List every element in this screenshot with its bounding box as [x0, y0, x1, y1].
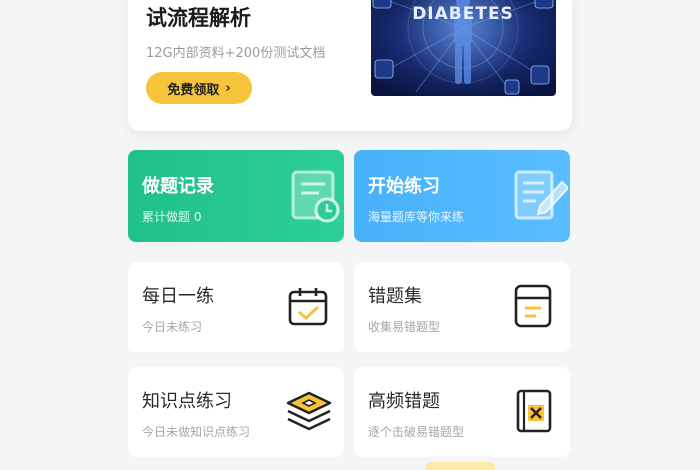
banner-subtitle: 12G内部资料+200份测试文档	[146, 46, 326, 61]
record-clock-icon	[291, 170, 341, 228]
knowledge-point-title: 知识点练习	[142, 391, 232, 412]
book-icon	[514, 284, 554, 334]
chevron-right-icon: ›	[225, 80, 231, 96]
wrong-questions-title: 错题集	[368, 286, 422, 307]
pencil-doc-icon	[514, 168, 570, 228]
free-claim-label: 免费领取	[167, 82, 220, 98]
start-practice-title: 开始练习	[368, 176, 440, 197]
diabetes-image: DIABETES	[371, 0, 556, 96]
bottom-highlight	[425, 462, 495, 470]
promo-banner[interactable]: 试流程解析 12G内部资料+200份测试文档 免费领取 › DIABETES	[128, 0, 572, 131]
layers-icon	[286, 391, 332, 437]
start-practice-subtitle: 海量题库等你来练	[368, 210, 465, 224]
daily-practice-card[interactable]: 每日一练 今日未练习	[128, 262, 344, 352]
book-x-icon	[514, 389, 554, 439]
free-claim-button[interactable]: 免费领取 ›	[146, 72, 252, 104]
wrong-questions-card[interactable]: 错题集 收集易错题型	[354, 262, 570, 352]
practice-record-subtitle: 累计做题 0	[142, 210, 202, 224]
daily-practice-subtitle: 今日未练习	[142, 320, 203, 334]
banner-title: 试流程解析	[146, 6, 251, 30]
practice-record-title: 做题记录	[142, 176, 214, 197]
frequent-wrong-subtitle: 逐个击破易错题型	[368, 425, 465, 439]
wrong-questions-subtitle: 收集易错题型	[368, 320, 441, 334]
frequent-wrong-title: 高频错题	[368, 391, 440, 412]
diabetes-text: DIABETES	[412, 4, 514, 24]
calendar-check-icon	[288, 286, 330, 332]
daily-practice-title: 每日一练	[142, 286, 214, 307]
diabetes-illustration[interactable]: DIABETES	[371, 0, 556, 96]
start-practice-card[interactable]: 开始练习 海量题库等你来练	[354, 150, 570, 242]
knowledge-point-card[interactable]: 知识点练习 今日未做知识点练习	[128, 367, 344, 457]
practice-record-card[interactable]: 做题记录 累计做题 0	[128, 150, 344, 242]
knowledge-point-subtitle: 今日未做知识点练习	[142, 425, 251, 439]
frequent-wrong-card[interactable]: 高频错题 逐个击破易错题型	[354, 367, 570, 457]
